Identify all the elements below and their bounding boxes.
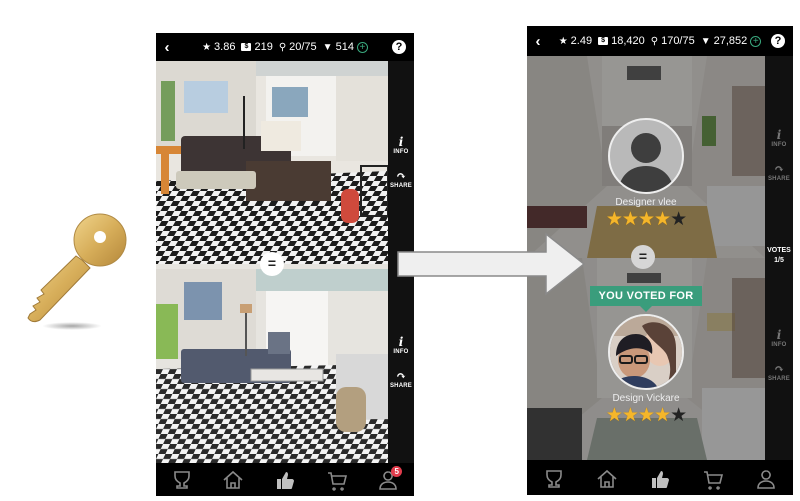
nav-home[interactable]: [592, 466, 622, 492]
add-diamonds-button[interactable]: +: [750, 35, 762, 47]
star-filled-icon: ★: [654, 209, 671, 230]
keys-stat: ⚲ 20/75: [278, 41, 317, 53]
help-button[interactable]: ?: [771, 34, 785, 48]
trophy-icon: [545, 469, 562, 488]
star-empty-icon: ★: [670, 209, 687, 230]
info-icon: i: [398, 335, 404, 349]
cash-stat: $219: [241, 41, 273, 53]
nav-trophy[interactable]: [167, 467, 197, 493]
star-filled-icon: ★: [621, 209, 639, 230]
share-icon: ↷: [773, 362, 785, 376]
help-button[interactable]: ?: [392, 40, 406, 54]
cart-icon: [704, 470, 724, 490]
rating-stat: ★ 3.86: [202, 41, 236, 53]
share-button-top[interactable]: ↷ SHARE: [765, 162, 793, 182]
share-button-bottom[interactable]: ↷ SHARE: [388, 369, 414, 389]
notification-badge: 5: [391, 465, 403, 477]
phone-screen-before: ‹ ★ 3.86 $219 ⚲ 20/75 ▼ 514 + ? = i INFO…: [156, 33, 414, 496]
star-icon: ★: [558, 35, 568, 47]
diamond-icon: ▼: [700, 35, 711, 47]
nav-shop[interactable]: [322, 467, 352, 493]
thumbs-up-icon: [276, 471, 294, 489]
bottom-nav: [527, 462, 793, 495]
diamond-icon: ▼: [322, 41, 333, 53]
designer-card-top: Designer vlee ★★★★★: [527, 118, 765, 230]
transition-arrow-icon: [397, 232, 586, 296]
diamonds-stat: ▼ 514 +: [323, 41, 368, 53]
designer-photo: [610, 316, 682, 388]
share-button-top[interactable]: ↷ SHARE: [388, 169, 414, 189]
top-status-bar: ‹ ★ 3.86 $219 ⚲ 20/75 ▼ 514 + ?: [156, 33, 414, 61]
user-silhouette-icon: [618, 133, 674, 192]
design-option-bottom[interactable]: [156, 264, 388, 467]
design-option-top[interactable]: [156, 61, 388, 264]
nav-vote[interactable]: [645, 466, 675, 492]
nav-trophy[interactable]: [539, 466, 569, 492]
info-button-top[interactable]: i INFO: [765, 128, 793, 148]
share-button-bottom[interactable]: ↷ SHARE: [765, 362, 793, 382]
star-filled-icon: ★: [637, 209, 655, 230]
compare-equal-button[interactable]: =: [631, 245, 655, 269]
star-icon: ★: [202, 41, 212, 53]
key-icon: [20, 210, 130, 335]
star-empty-icon: ★: [670, 405, 687, 426]
side-panel: i INFO ↷ SHARE VOTES 1/5 i INFO ↷ SHARE: [765, 56, 793, 460]
rating-stat: ★ 2.49: [558, 35, 593, 47]
nav-profile[interactable]: [751, 466, 781, 492]
nav-vote[interactable]: [270, 467, 300, 493]
compare-equal-button[interactable]: =: [260, 252, 284, 276]
star-rating: ★★★★★: [527, 210, 765, 230]
nav-shop[interactable]: [698, 466, 728, 492]
key-small-icon: ⚲: [278, 41, 287, 53]
votes-counter: VOTES 1/5: [767, 247, 791, 264]
home-icon: [597, 469, 617, 488]
star-filled-icon: ★: [637, 405, 655, 426]
info-icon: i: [776, 128, 782, 142]
star-filled-icon: ★: [605, 405, 623, 426]
back-button[interactable]: ‹: [156, 39, 178, 56]
info-button-bottom[interactable]: i INFO: [388, 335, 414, 355]
share-icon: ↷: [773, 162, 785, 176]
info-icon: i: [398, 135, 404, 149]
avatar-photo: [608, 314, 684, 390]
star-filled-icon: ★: [654, 405, 671, 426]
top-status-bar: ‹ ★ 2.49 $18,420 ⚲ 170/75 ▼ 27,852 + ?: [527, 26, 793, 56]
info-icon: i: [776, 328, 782, 342]
star-filled-icon: ★: [621, 405, 639, 426]
design-compare-area: = i INFO ↷ SHARE i INFO ↷ SHARE: [156, 61, 414, 467]
trophy-icon: [173, 470, 190, 489]
profile-icon: [757, 469, 776, 489]
share-icon: ↷: [395, 369, 407, 383]
bottom-nav: 5: [156, 463, 414, 496]
star-rating: ★★★★★: [527, 406, 765, 426]
cash-stat: $18,420: [598, 35, 645, 47]
add-diamonds-button[interactable]: +: [356, 41, 368, 53]
nav-profile[interactable]: 5: [373, 465, 403, 493]
info-button-top[interactable]: i INFO: [388, 135, 414, 155]
thumbs-up-icon: [651, 470, 669, 488]
cash-icon: $: [598, 37, 609, 45]
cart-icon: [327, 471, 347, 491]
you-voted-for-badge: YOU VOTED FOR: [589, 286, 703, 312]
cash-icon: $: [241, 43, 252, 51]
key-small-icon: ⚲: [650, 35, 659, 47]
avatar-placeholder: [608, 118, 684, 194]
star-filled-icon: ★: [605, 209, 623, 230]
home-icon: [223, 470, 243, 489]
keys-stat: ⚲ 170/75: [650, 35, 695, 47]
designer-name: Designer vlee: [615, 197, 677, 208]
diamonds-stat: ▼ 27,852 +: [701, 35, 762, 47]
info-button-bottom[interactable]: i INFO: [765, 328, 793, 348]
designer-card-bottom: YOU VOTED FOR Design Vickare ★★★★★: [527, 286, 765, 426]
share-icon: ↷: [395, 169, 407, 183]
back-button[interactable]: ‹: [527, 33, 549, 50]
nav-home[interactable]: [218, 467, 248, 493]
designer-name: Design Vickare: [612, 393, 680, 404]
